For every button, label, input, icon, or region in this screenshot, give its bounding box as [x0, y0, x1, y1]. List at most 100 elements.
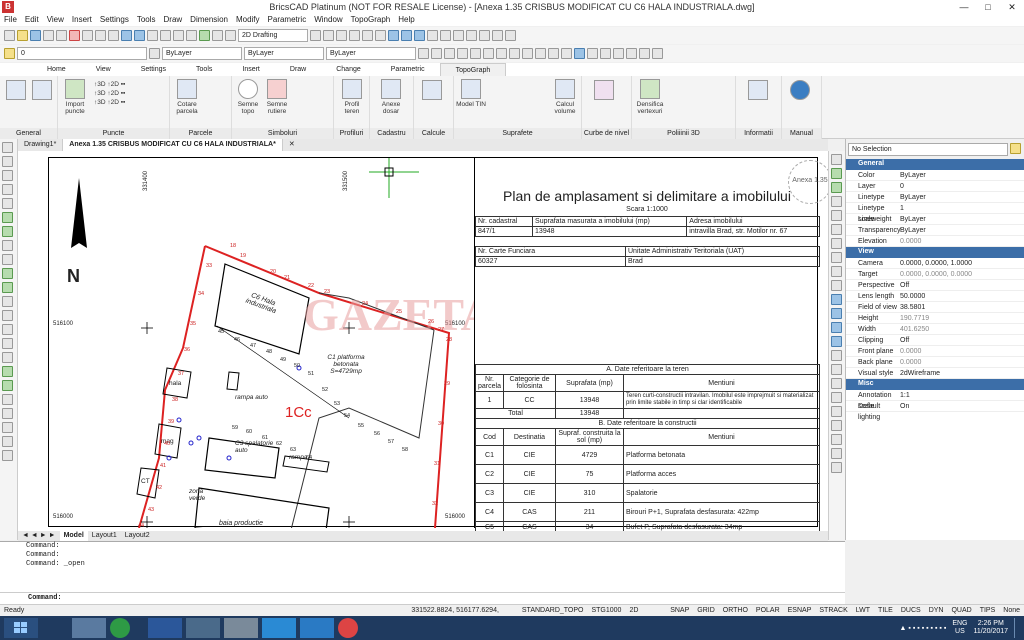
- tray-time[interactable]: 2:26 PM: [973, 620, 1008, 628]
- property-value[interactable]: 0.0000: [898, 236, 1024, 246]
- props-section-general[interactable]: General: [846, 159, 1024, 170]
- ucs-world-icon[interactable]: [466, 30, 477, 41]
- tab-change[interactable]: Change: [321, 63, 376, 76]
- props-section-view[interactable]: View: [846, 247, 1024, 258]
- ellipse-icon[interactable]: [2, 226, 13, 237]
- status-toggle-strack[interactable]: STRACK: [815, 605, 851, 616]
- doc-tab-anexa[interactable]: Anexa 1.35 CRISBUS MODIFICAT CU C6 HALA …: [63, 139, 283, 151]
- cylinder-icon[interactable]: [362, 30, 373, 41]
- semne-rutiere-button[interactable]: Semne rutiere: [262, 79, 292, 115]
- color-select[interactable]: ByLayer: [162, 47, 242, 60]
- status-toggle-polar[interactable]: POLAR: [752, 605, 784, 616]
- explorer-icon[interactable]: [225, 30, 236, 41]
- donut-icon[interactable]: [2, 408, 13, 419]
- property-value[interactable]: 0.0000, 0.0000, 0.0000: [898, 269, 1024, 279]
- snap-midpoint-icon[interactable]: [431, 48, 442, 59]
- status-toggle-grid[interactable]: GRID: [693, 605, 719, 616]
- layer-prev-icon[interactable]: [149, 48, 160, 59]
- linetype-select[interactable]: ByLayer: [244, 47, 324, 60]
- edit-text-icon[interactable]: [831, 434, 842, 445]
- edit-spline-icon[interactable]: [831, 406, 842, 417]
- polyline-icon[interactable]: [2, 156, 13, 167]
- insert-icon[interactable]: [2, 352, 13, 363]
- print-icon[interactable]: [43, 30, 54, 41]
- snap-parallel-icon[interactable]: [561, 48, 572, 59]
- property-row-back-plane[interactable]: Back plane 0.0000: [846, 357, 1024, 368]
- property-value[interactable]: ByLayer: [898, 192, 1024, 202]
- polygon-icon[interactable]: [2, 212, 13, 223]
- match-properties-icon[interactable]: [108, 30, 119, 41]
- minimize-button[interactable]: —: [952, 0, 976, 14]
- copy-icon[interactable]: [82, 30, 93, 41]
- mirror-icon[interactable]: [831, 182, 842, 193]
- cut-icon[interactable]: [69, 30, 80, 41]
- semne-topo-button[interactable]: Semne topo: [234, 79, 262, 115]
- property-row-clipping[interactable]: Clipping Off: [846, 335, 1024, 346]
- layer-state-icon[interactable]: [4, 48, 15, 59]
- settings-icon[interactable]: [6, 80, 26, 100]
- property-value[interactable]: 2dWireframe: [898, 368, 1024, 378]
- status-toggle-tips[interactable]: TIPS: [976, 605, 1000, 616]
- snap-settings-icon[interactable]: [600, 48, 611, 59]
- status-toggle-lwt[interactable]: LWT: [852, 605, 874, 616]
- zoom-extents-icon[interactable]: [186, 30, 197, 41]
- snap-tangent-icon[interactable]: [522, 48, 533, 59]
- snap-clear-icon[interactable]: [587, 48, 598, 59]
- import-points-button[interactable]: Import puncte: [60, 79, 90, 115]
- snap-3d-icon[interactable]: [652, 48, 663, 59]
- property-row-field-of-view[interactable]: Field of view 38.5801: [846, 302, 1024, 313]
- zoom-icon[interactable]: [160, 30, 171, 41]
- snap-quadrant-icon[interactable]: [470, 48, 481, 59]
- copy-entity-icon[interactable]: [831, 168, 842, 179]
- tab-home[interactable]: Home: [32, 63, 81, 76]
- status-toggle-ducs[interactable]: DUCS: [897, 605, 925, 616]
- taskbar-folder-icon[interactable]: [224, 618, 258, 638]
- rotate-icon[interactable]: [831, 238, 842, 249]
- property-value[interactable]: ByLayer: [898, 225, 1024, 235]
- taskbar-word-icon[interactable]: [148, 618, 182, 638]
- box-icon[interactable]: [336, 30, 347, 41]
- tab-insert[interactable]: Insert: [227, 63, 275, 76]
- help-icon[interactable]: [790, 80, 810, 100]
- quick-select-icon[interactable]: [1010, 143, 1022, 155]
- status-toggle-tile[interactable]: TILE: [874, 605, 897, 616]
- tab-view[interactable]: View: [81, 63, 126, 76]
- drawing-canvas[interactable]: N 331400 331500 516100 516000 516100 516…: [18, 151, 832, 534]
- tab-topograph[interactable]: TopoGraph: [439, 63, 507, 76]
- status-toggle-ortho[interactable]: ORTHO: [719, 605, 752, 616]
- taskbar-ie-icon[interactable]: [300, 618, 334, 638]
- property-value[interactable]: 401.6250: [898, 324, 1024, 334]
- edit-polyline-icon[interactable]: [831, 392, 842, 403]
- snap-intersection-icon[interactable]: [483, 48, 494, 59]
- scale-icon[interactable]: [831, 252, 842, 263]
- move-icon[interactable]: [831, 224, 842, 235]
- array-icon[interactable]: [831, 210, 842, 221]
- trim-icon[interactable]: [831, 294, 842, 305]
- tab-tools[interactable]: Tools: [181, 63, 227, 76]
- property-row-elevation[interactable]: Elevation 0.0000: [846, 236, 1024, 247]
- property-row-front-plane[interactable]: Front plane 0.0000: [846, 346, 1024, 357]
- contour-icon[interactable]: [594, 80, 614, 100]
- taskbar-chrome-icon[interactable]: [338, 618, 358, 638]
- snap-nearest-icon[interactable]: [535, 48, 546, 59]
- menu-draw[interactable]: Draw: [160, 14, 187, 26]
- layout-tab-model[interactable]: Model: [59, 531, 88, 541]
- calculate-icon[interactable]: [422, 80, 442, 100]
- property-row-layer[interactable]: Layer 0: [846, 181, 1024, 192]
- menu-file[interactable]: File: [0, 14, 21, 26]
- menu-help[interactable]: Help: [394, 14, 418, 26]
- wipeout-icon[interactable]: [2, 380, 13, 391]
- paste-icon[interactable]: [95, 30, 106, 41]
- layers-icon[interactable]: [199, 30, 210, 41]
- cloud-icon[interactable]: [2, 366, 13, 377]
- doc-tab-close-icon[interactable]: ✕: [283, 139, 301, 151]
- property-value[interactable]: On: [898, 401, 1024, 411]
- snap-apparent-icon[interactable]: [548, 48, 559, 59]
- offset-icon[interactable]: [831, 196, 842, 207]
- edit-attribute-icon[interactable]: [831, 448, 842, 459]
- profil-teren-button[interactable]: Profil teren: [337, 79, 367, 115]
- taskbar-calculator-icon[interactable]: [72, 618, 106, 638]
- status-style[interactable]: STANDARD_TOPO: [518, 605, 588, 616]
- densifica-button[interactable]: Densifica vertexuri: [634, 79, 666, 115]
- snap-grid-icon[interactable]: [626, 48, 637, 59]
